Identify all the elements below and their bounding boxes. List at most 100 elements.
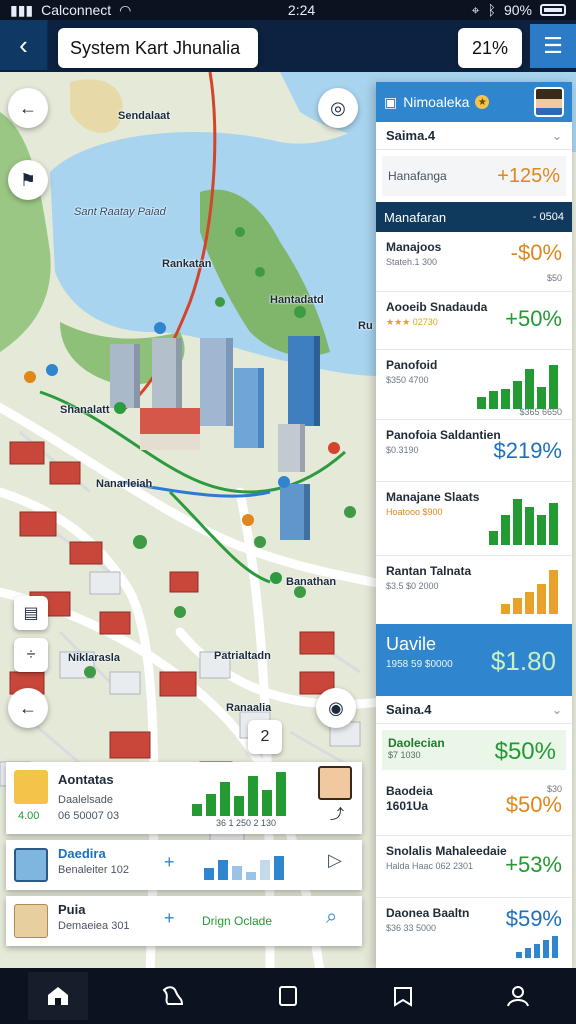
- panel-title: Nimoaleka: [403, 94, 470, 110]
- card-bar-chart: [204, 856, 284, 880]
- number-badge[interactable]: 2: [248, 720, 282, 754]
- zoom-value: 21%: [471, 37, 509, 58]
- map-label-center: Rankatan: [162, 258, 212, 270]
- carrier-name: Calconnect: [41, 2, 112, 18]
- plus-icon[interactable]: +: [164, 908, 175, 929]
- flag-icon: ⚑: [19, 169, 37, 190]
- clock: 2:24: [287, 2, 316, 18]
- avatar[interactable]: [534, 87, 564, 117]
- divide-icon: ÷: [26, 646, 36, 663]
- mini-bar-chart: [477, 365, 558, 409]
- cube-icon: [14, 848, 48, 882]
- home-icon: [47, 987, 68, 1005]
- summary-value: +125%: [497, 164, 560, 187]
- mini-bar-chart: [516, 936, 558, 958]
- locate-button[interactable]: ◉: [316, 688, 356, 728]
- map-label-station: Banathan: [286, 576, 337, 588]
- section-header-2[interactable]: Saina.4 ⌄: [376, 696, 572, 724]
- bookmark-icon: [394, 987, 413, 1007]
- map-label-north: Sendalaat: [118, 110, 170, 122]
- card-accounts[interactable]: Aontatas Daalelsade 06 50007 03 4.00 36 …: [6, 762, 362, 834]
- list-item[interactable]: Manajoos Stateh.1 300 -$0% $50: [376, 232, 572, 292]
- flag-button[interactable]: ⚑: [8, 160, 48, 200]
- arrow-left-icon: ←: [19, 97, 37, 118]
- order-link[interactable]: Drign Oclade: [202, 914, 272, 928]
- chevron-down-icon: ⌄: [551, 702, 562, 717]
- chevron-left-icon: ‹: [19, 29, 28, 60]
- battery-percent: 90%: [503, 2, 532, 18]
- target-icon: ◎: [330, 97, 346, 118]
- map-label-west: Shanalatt: [60, 404, 110, 416]
- card-axis: 36 1 250 2 130: [216, 818, 277, 828]
- summary-row[interactable]: Hanafanga +125%: [382, 156, 566, 196]
- map-label-south3: Ranaalia: [226, 702, 272, 714]
- nav-profile[interactable]: [488, 972, 548, 1020]
- avatar: [14, 770, 48, 804]
- nav-home[interactable]: [27, 972, 88, 1020]
- layers-icon: ▤: [23, 605, 39, 622]
- card-stack: Aontatas Daalelsade 06 50007 03 4.00 36 …: [6, 762, 362, 946]
- wifi-icon: ◠: [119, 1, 132, 18]
- list-header: Manafaran - 0504: [376, 202, 572, 232]
- avatar[interactable]: [318, 766, 352, 800]
- nav-map[interactable]: [143, 972, 203, 1020]
- profile-icon: [507, 986, 530, 1007]
- map-label-bridge: Hantadatd: [270, 294, 324, 306]
- chevron-down-icon: ⌄: [551, 128, 562, 143]
- star-icon: ★: [475, 95, 490, 109]
- map-label-south2: Patrialtadn: [214, 650, 271, 662]
- bluetooth-icon: ᛒ: [487, 2, 496, 18]
- map-label-bay: Sant Raatay Paiad: [74, 206, 166, 218]
- list-item[interactable]: Manajane Slaats Hoatooo $900: [376, 482, 572, 556]
- recenter-button[interactable]: ◎: [318, 88, 358, 128]
- divide-button[interactable]: ÷: [14, 638, 48, 672]
- nav-saved[interactable]: [373, 972, 433, 1020]
- bottom-nav: [0, 968, 576, 1024]
- search-icon[interactable]: ⌕: [326, 906, 337, 929]
- menu-button[interactable]: ☰: [530, 24, 576, 68]
- price-card[interactable]: Uavile 1958 59 $0000 $1.80: [376, 624, 572, 696]
- list-item[interactable]: Panofoia Saldantien $0.3190 $219%: [376, 420, 572, 482]
- back-button[interactable]: ‹: [0, 20, 48, 70]
- location-icon: ⌖: [471, 1, 480, 18]
- card-metric: 4.00: [18, 810, 40, 822]
- highlight-row[interactable]: Daolecian $7 1030 $50%: [382, 730, 566, 770]
- layers-button[interactable]: ▤: [14, 596, 48, 630]
- mini-bar-chart: [489, 499, 558, 545]
- play-icon[interactable]: ▷: [328, 850, 342, 871]
- summary-label: Hanafanga: [388, 169, 447, 183]
- panel-header[interactable]: ▣ Nimoaleka ★: [376, 82, 572, 122]
- panel-icon: ▣: [384, 93, 398, 110]
- page-title: System Kart Jhunalia: [70, 37, 241, 58]
- list-item[interactable]: Panofoid $350 4700 $365 6650: [376, 350, 572, 420]
- map-label-downtown: Nanarleiah: [96, 478, 153, 490]
- map-label-south1: Niklarasla: [68, 652, 120, 664]
- section-header-1[interactable]: Saima.4 ⌄: [376, 122, 572, 150]
- battery-icon: [540, 4, 566, 16]
- list-item[interactable]: Snolalis Mahaleedaie Halda Haac 062 2301…: [376, 836, 572, 898]
- back-map-button[interactable]: ←: [8, 88, 48, 128]
- card-bar-chart: [192, 772, 286, 816]
- arrow-left-icon: ←: [19, 697, 37, 718]
- list-item[interactable]: Aooeib Snadauda ★★★ 02730 +50%: [376, 292, 572, 350]
- list-item[interactable]: Rantan Talnata $3.5 $0 2000: [376, 556, 572, 624]
- title-field[interactable]: System Kart Jhunalia: [58, 28, 258, 68]
- card-shop[interactable]: Puia Demaeiea 301 + Drign Oclade ⌕: [6, 896, 362, 946]
- box-icon: [14, 904, 48, 938]
- plus-icon[interactable]: +: [164, 852, 175, 873]
- note-icon: [278, 986, 297, 1006]
- list-item[interactable]: Baodeia 1601Ua $50% $30: [376, 776, 572, 836]
- list-item[interactable]: Daonea Baaltn $36 33 5000 $59%: [376, 898, 572, 964]
- nav-notes[interactable]: [258, 972, 318, 1020]
- number-badge-label: 2: [260, 728, 270, 745]
- status-bar: ▮▮▮ Calconnect ◠ 2:24 ⌖ ᛒ 90%: [0, 0, 576, 20]
- share-icon[interactable]: ⤴: [330, 804, 344, 824]
- signal-icon: ▮▮▮: [10, 1, 34, 18]
- card-device[interactable]: Daedira Benaleiter 102 + ▷: [6, 840, 362, 890]
- zoom-indicator[interactable]: 21%: [458, 28, 522, 68]
- mini-bar-chart: [501, 570, 558, 614]
- map-label-bank: Ru: [358, 320, 373, 332]
- side-panel: ▣ Nimoaleka ★ Saima.4 ⌄ Hanafanga +125% …: [376, 82, 572, 968]
- hamburger-icon: ☰: [543, 33, 563, 58]
- navigate-button[interactable]: ←: [8, 688, 48, 728]
